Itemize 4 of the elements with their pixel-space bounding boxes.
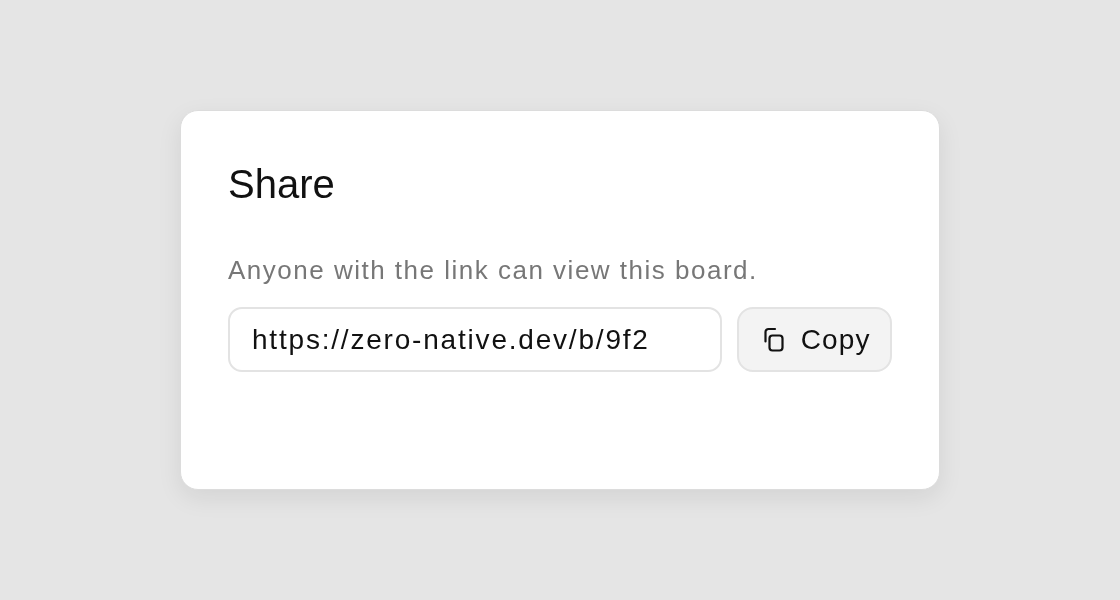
link-field[interactable]: https://zero-native.dev/b/9f2 [228,307,723,372]
copy-button[interactable]: Copy [737,307,892,372]
dialog-title: Share [228,161,336,208]
dialog-description: Anyone with the link can view this board. [228,255,759,285]
